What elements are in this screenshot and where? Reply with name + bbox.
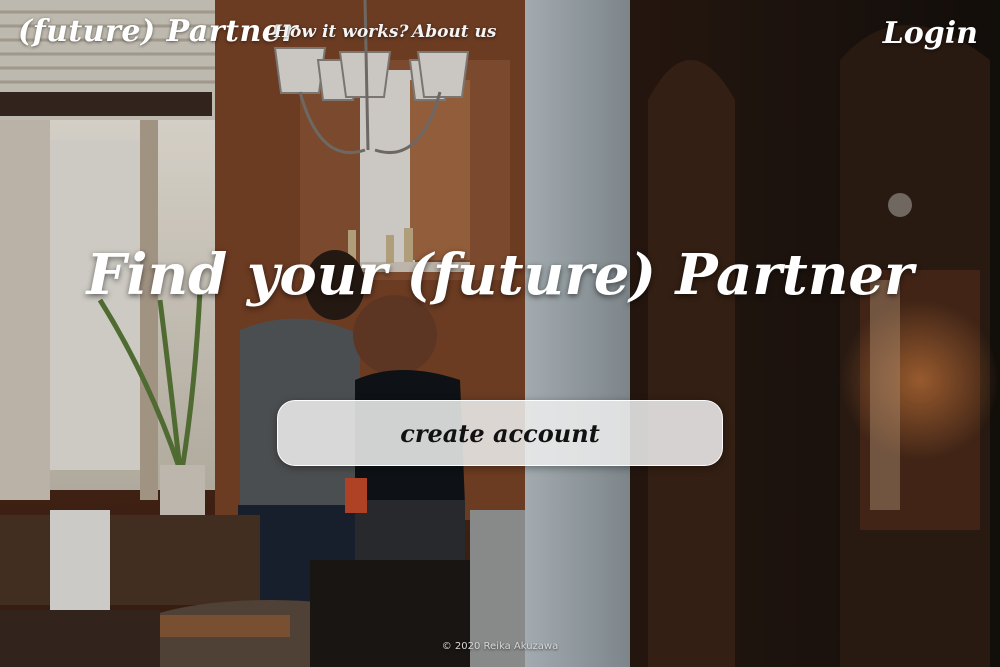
brand-logo[interactable]: (future) Partner — [18, 14, 298, 49]
top-nav: (future) Partner How it works? About us … — [0, 0, 1000, 70]
create-account-button[interactable]: create account — [277, 400, 723, 466]
background-photo — [0, 0, 1000, 667]
login-link[interactable]: Login — [883, 16, 978, 51]
nav-how-it-works-link[interactable]: How it works? — [274, 22, 408, 42]
footer-copyright: © 2020 Reika Akuzawa — [441, 641, 559, 652]
create-account-label: create account — [400, 418, 600, 448]
hero-title: Find your (future) Partner — [86, 242, 914, 308]
nav-about-us-link[interactable]: About us — [412, 22, 496, 42]
